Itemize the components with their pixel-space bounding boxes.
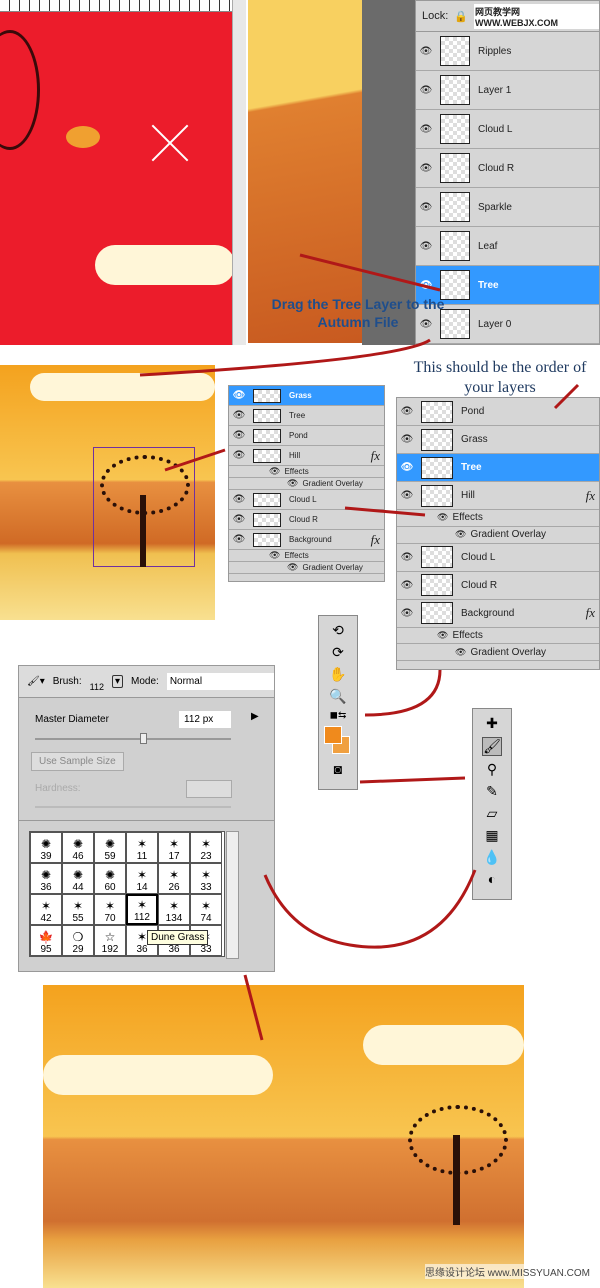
arrow [164,448,226,472]
arrow [243,974,264,1041]
arrow [299,253,441,292]
arrow [553,383,580,410]
arrow [364,669,442,717]
arrow [359,776,466,784]
arrow [139,338,431,377]
arrow [263,869,477,949]
arrow [344,506,426,517]
arrows [139,253,580,1041]
